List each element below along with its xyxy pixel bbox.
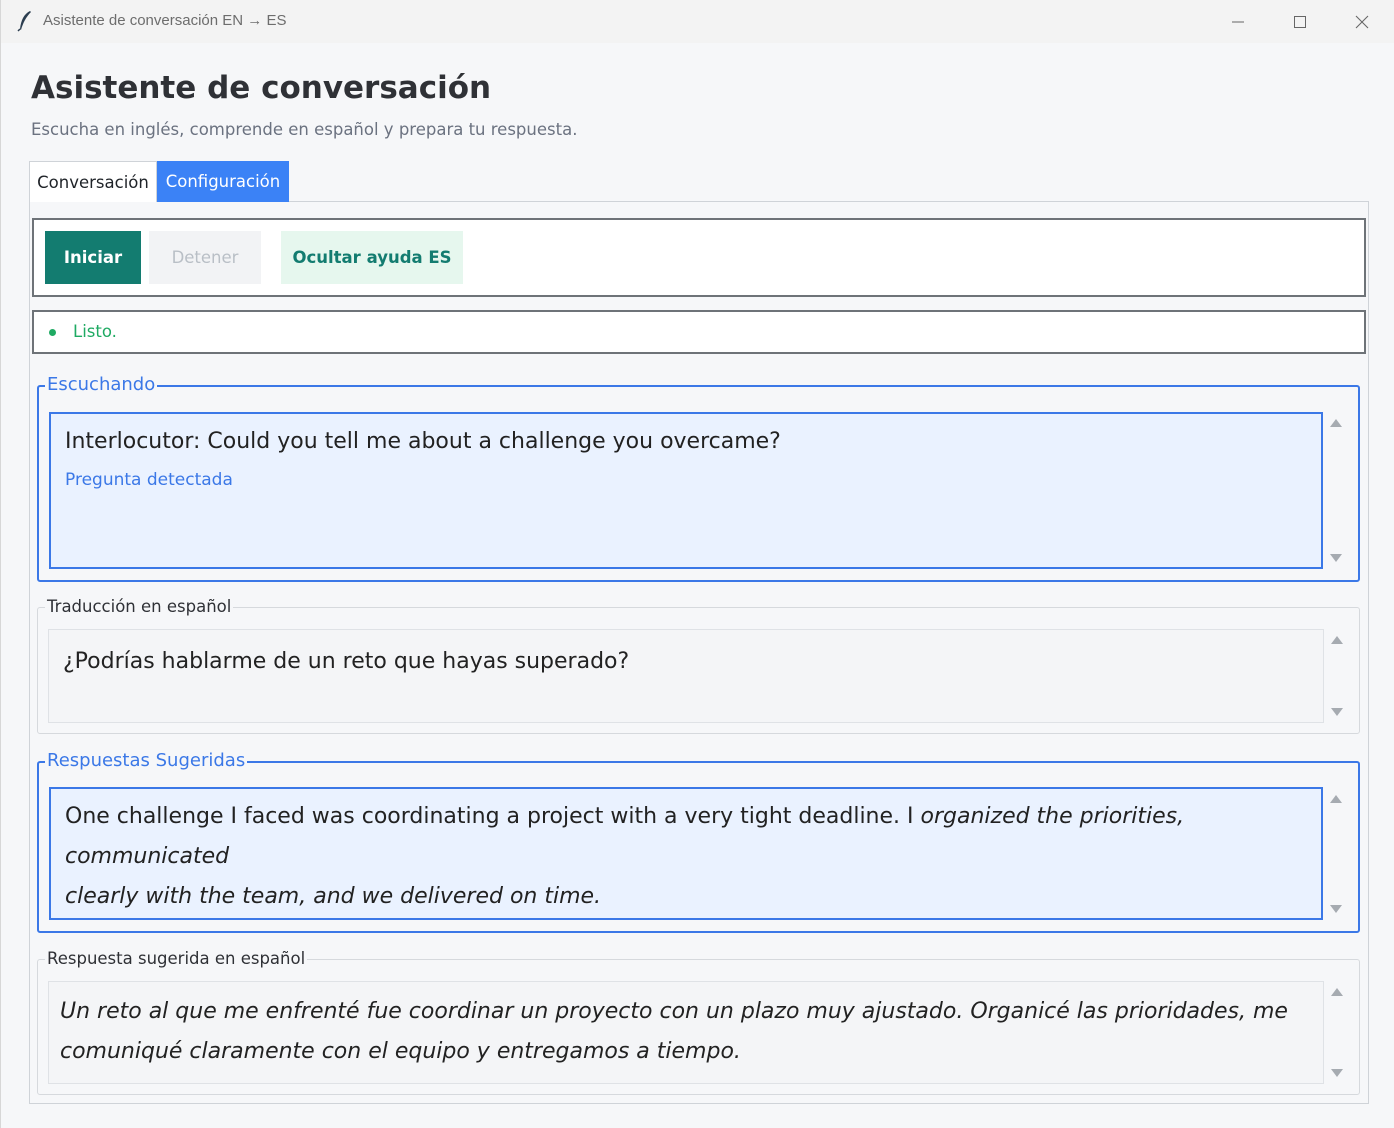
listening-text: Interlocutor: Could you tell me about a …	[65, 429, 781, 454]
scroll-down-icon[interactable]	[1330, 554, 1342, 562]
scroll-down-icon[interactable]	[1330, 905, 1342, 913]
page-title: Asistente de conversación	[31, 70, 492, 106]
suggested-es-line-1: Un reto al que me enfrenté fue coordinar…	[60, 999, 1288, 1024]
translation-textbox[interactable]: ¿Podrías hablarme de un reto que hayas s…	[48, 629, 1324, 723]
tab-conversacion[interactable]: Conversación	[29, 161, 157, 202]
status-text: Listo.	[73, 322, 117, 341]
translation-legend: Traducción en español	[45, 597, 234, 617]
suggested-text-italic-2: clearly with the team, and we delivered …	[65, 884, 602, 909]
suggested-legend: Respuestas Sugeridas	[45, 750, 248, 771]
suggested-es-line-2: comuniqué claramente con el equipo y ent…	[60, 1039, 741, 1064]
feather-icon	[17, 10, 33, 32]
page-subtitle: Escucha en inglés, comprende en español …	[31, 120, 578, 139]
suggested-es-legend: Respuesta sugerida en español	[45, 949, 308, 969]
app-window: Asistente de conversación EN → ES Asiste…	[0, 0, 1394, 1128]
tab-configuracion[interactable]: Configuración	[157, 161, 289, 202]
scroll-up-icon[interactable]	[1331, 636, 1343, 644]
suggested-text: One challenge I faced was coordinating a…	[65, 797, 1315, 917]
scroll-down-icon[interactable]	[1331, 1069, 1343, 1077]
stop-button[interactable]: Detener	[149, 231, 261, 284]
scroll-down-icon[interactable]	[1331, 708, 1343, 716]
maximize-button[interactable]	[1269, 0, 1331, 43]
close-icon	[1355, 15, 1369, 29]
translation-text: ¿Podrías hablarme de un reto que hayas s…	[63, 649, 630, 674]
minimize-button[interactable]	[1207, 0, 1269, 43]
suggested-es-textbox[interactable]: Un reto al que me enfrenté fue coordinar…	[48, 981, 1324, 1084]
minimize-icon	[1231, 15, 1245, 29]
suggested-es-text: Un reto al que me enfrenté fue coordinar…	[60, 992, 1320, 1072]
title-bar: Asistente de conversación EN → ES	[1, 0, 1394, 43]
status-bar	[32, 310, 1366, 354]
scroll-up-icon[interactable]	[1330, 795, 1342, 803]
close-button[interactable]	[1331, 0, 1393, 43]
window-title: Asistente de conversación EN → ES	[43, 12, 287, 29]
listening-textbox[interactable]: Interlocutor: Could you tell me about a …	[49, 412, 1323, 569]
question-detected-label: Pregunta detectada	[65, 470, 233, 490]
status-dot-icon	[49, 329, 56, 336]
scroll-up-icon[interactable]	[1331, 988, 1343, 996]
scroll-up-icon[interactable]	[1330, 419, 1342, 427]
listening-legend: Escuchando	[45, 374, 158, 395]
start-button[interactable]: Iniciar	[45, 231, 141, 284]
suggested-textbox[interactable]: One challenge I faced was coordinating a…	[49, 787, 1323, 920]
suggested-text-plain: One challenge I faced was coordinating a…	[65, 804, 914, 829]
maximize-icon	[1293, 15, 1307, 29]
toggle-help-button[interactable]: Ocultar ayuda ES	[281, 231, 463, 284]
